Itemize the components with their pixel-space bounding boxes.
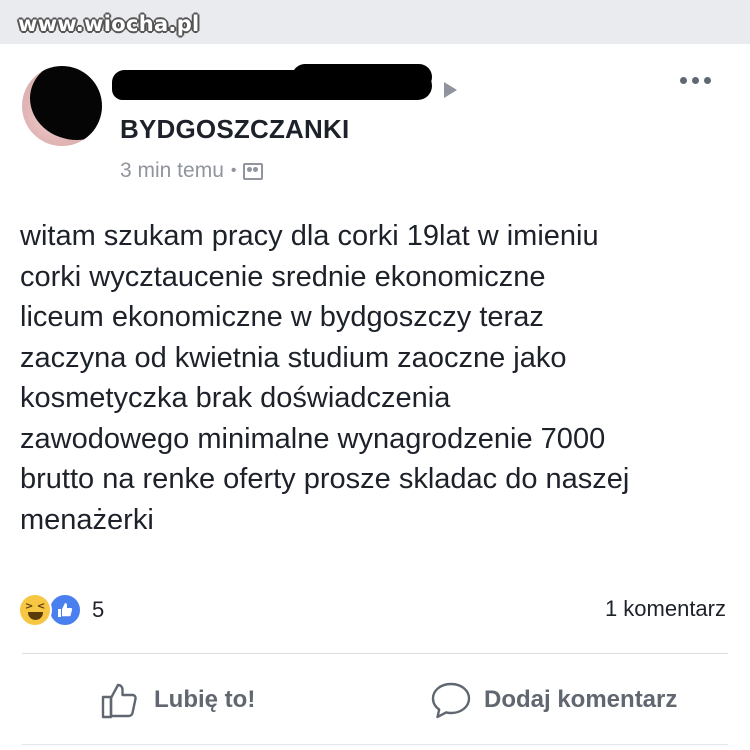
like-button-label: Lubię to!: [154, 686, 256, 713]
post-text-line: kosmetyczka brak doświadczenia: [20, 382, 451, 414]
meta-separator: •: [230, 162, 237, 179]
more-dot: [703, 76, 711, 84]
more-dot: [691, 76, 699, 84]
arrow-right-icon: [444, 82, 457, 98]
comment-count-link[interactable]: 1 komentarz: [605, 596, 726, 622]
top-bar: www.wiocha.pl: [0, 0, 750, 44]
haha-mouth: [28, 612, 43, 620]
post-text-line: witam szukam pracy dla corki 19lat w imi…: [20, 220, 599, 252]
more-options-icon[interactable]: [675, 70, 715, 90]
haha-icon: > <: [18, 593, 52, 627]
post-text-line: zawodowego minimalne wynagrodzenie 7000: [20, 422, 606, 455]
reactions-summary[interactable]: > < 5: [18, 592, 104, 628]
action-bar: Lubię to! Dodaj komentarz: [0, 672, 750, 728]
like-button[interactable]: Lubię to!: [100, 676, 255, 724]
post-text-line: brutto na renke oferty prosze skladac do…: [20, 463, 630, 495]
thumbs-up-icon: [58, 603, 73, 617]
post-meta: 3 min temu •: [120, 158, 264, 184]
post-text-line: zaczyna od kwietnia studium zaoczne jako: [20, 341, 567, 374]
comment-bubble-icon: [431, 682, 471, 719]
group-icon: [243, 162, 264, 180]
divider: [22, 744, 728, 745]
more-dot: [679, 76, 687, 84]
author-name-redacted[interactable]: [112, 64, 438, 106]
divider: [22, 653, 728, 654]
post-timestamp[interactable]: 3 min temu: [120, 159, 224, 183]
post-card: BYDGOSZCZANKI 3 min temu • witam szukam …: [0, 44, 750, 750]
avatar[interactable]: [22, 66, 102, 146]
post-text-line: corki wycztaucenie srednie ekonomiczne: [20, 260, 546, 293]
post-text: witam szukam pracy dla corki 19lat w imi…: [20, 216, 720, 540]
haha-eyes: > <: [25, 601, 46, 612]
like-icon: [48, 593, 82, 627]
post-text-line: liceum ekonomiczne w bydgoszczy teraz: [20, 301, 544, 333]
post-text-line: menażerki: [20, 503, 154, 536]
comment-button[interactable]: Dodaj komentarz: [430, 676, 677, 724]
redaction-scribble: [292, 64, 432, 90]
reaction-count: 5: [92, 597, 105, 622]
group-name-link[interactable]: BYDGOSZCZANKI: [120, 114, 349, 145]
avatar-redaction: [30, 66, 102, 140]
watermark: www.wiocha.pl: [18, 12, 200, 36]
comment-button-label: Dodaj komentarz: [484, 686, 678, 713]
thumbs-up-outline-icon: [101, 683, 137, 719]
